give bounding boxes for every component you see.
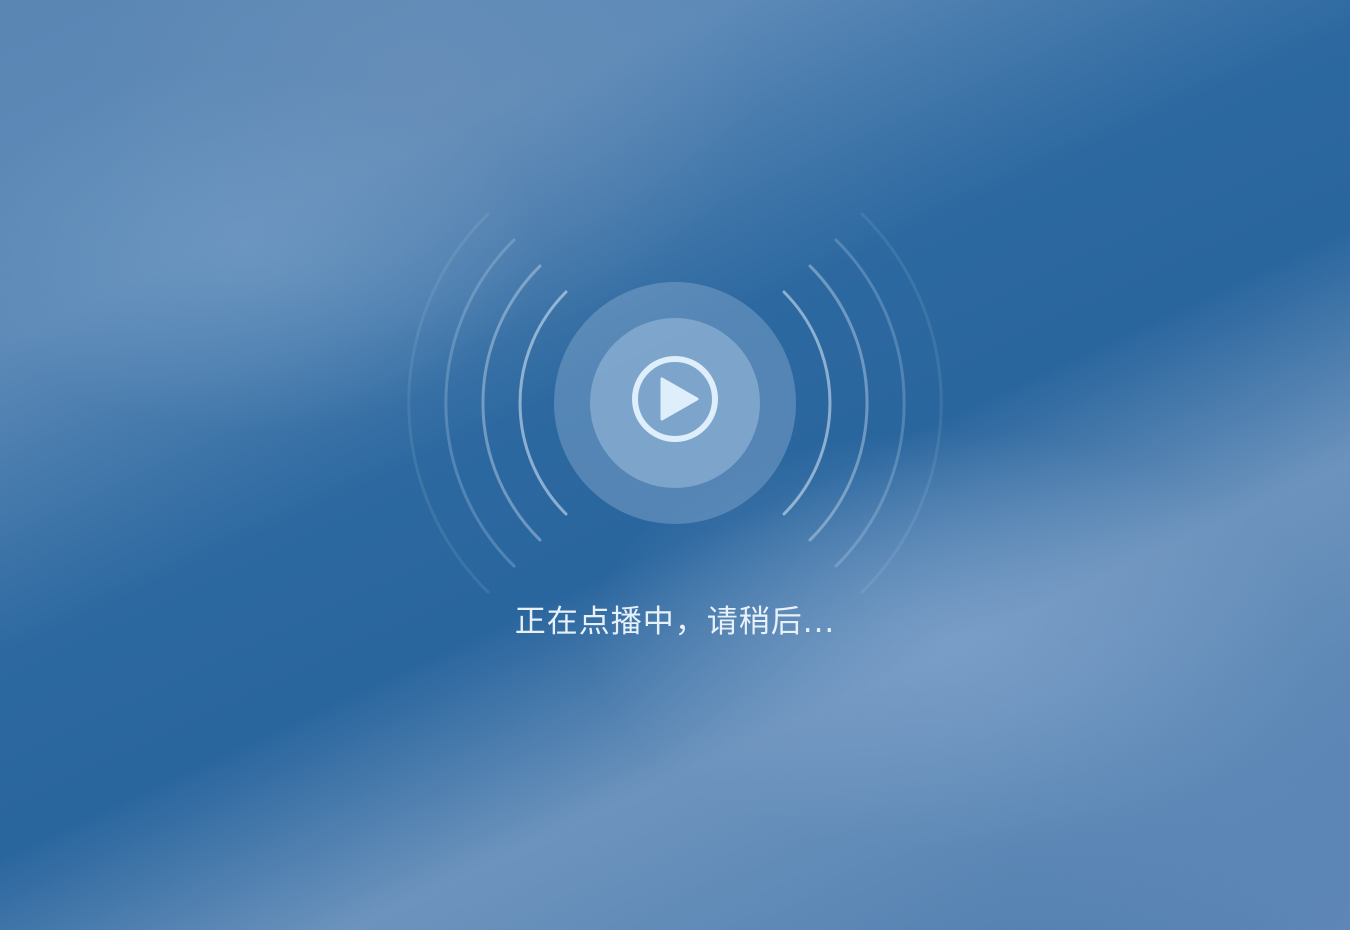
- wave-right-3: [834, 238, 906, 568]
- loading-animation: [405, 203, 945, 603]
- loading-screen: 正在点播中，请稍后...: [0, 0, 1350, 930]
- wave-right-4: [860, 212, 943, 594]
- wave-left-3: [444, 238, 516, 568]
- wave-left-4: [407, 212, 490, 594]
- wave-right-2: [808, 264, 869, 542]
- loading-status-text: 正在点播中，请稍后...: [514, 604, 836, 640]
- signal-waves-graphic: [407, 212, 943, 594]
- wave-left-2: [481, 264, 542, 542]
